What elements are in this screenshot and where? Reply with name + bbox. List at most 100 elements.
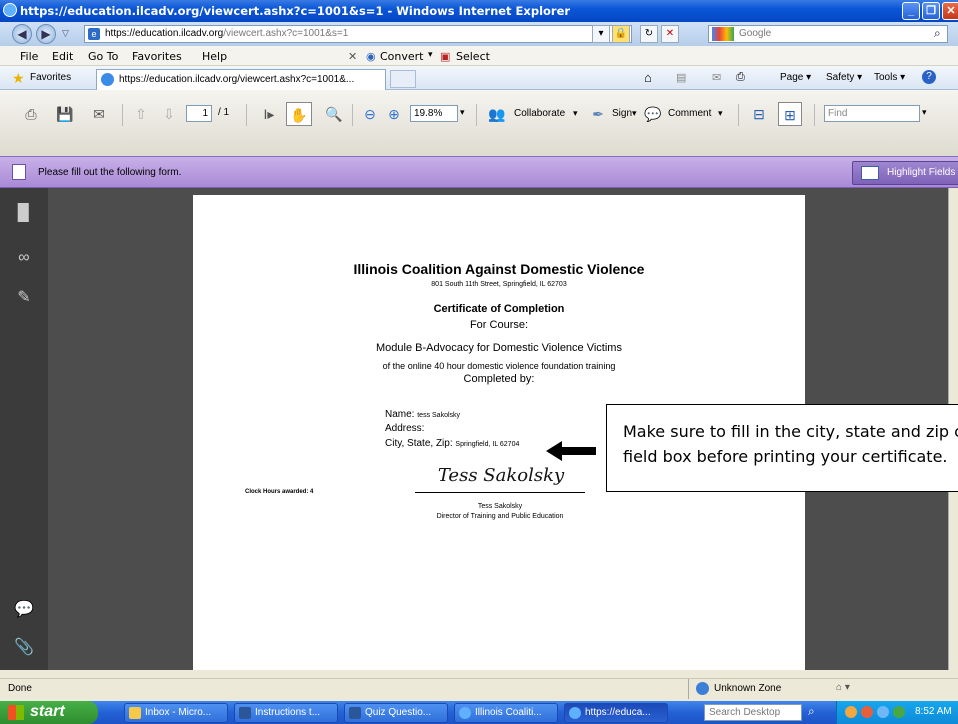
comment-dropdown-icon[interactable]: ▾: [718, 108, 723, 119]
print-icon[interactable]: ⎙: [736, 71, 745, 84]
find-input[interactable]: Find: [824, 105, 920, 122]
start-label: start: [30, 703, 65, 720]
tray-icon[interactable]: [877, 706, 889, 718]
toolbar-separator: [476, 104, 477, 126]
navigation-panel: ▉ ∞ ✎ 💬 📎: [0, 188, 48, 670]
comment-button[interactable]: Comment: [668, 108, 711, 119]
city-state-zip-field[interactable]: Springfield, IL 62704: [455, 441, 519, 448]
find-dropdown-icon[interactable]: ▾: [922, 107, 927, 118]
tray-icon[interactable]: [861, 706, 873, 718]
pages-icon[interactable]: ▉: [14, 204, 34, 224]
previous-page-icon[interactable]: ⇧: [130, 102, 152, 126]
home-icon[interactable]: ⌂: [644, 70, 652, 85]
hand-tool-icon[interactable]: ✋: [286, 102, 312, 126]
browser-tab[interactable]: https://education.ilcadv.org/viewcert.as…: [96, 69, 386, 90]
training-description: of the online 40 hour domestic violence …: [382, 361, 616, 371]
fit-page-icon[interactable]: ⊞: [778, 102, 802, 126]
stop-button[interactable]: ✕: [661, 25, 679, 43]
instruction-callout: Make sure to fill in the city, state and…: [606, 404, 958, 492]
back-button[interactable]: ◀: [12, 24, 32, 44]
taskbar-item[interactable]: Quiz Questio...: [344, 703, 448, 723]
status-bar: Done Unknown Zone ⌂ ▾: [0, 678, 958, 699]
name-field[interactable]: tess Sakolsky: [417, 412, 460, 419]
collaborate-dropdown-icon[interactable]: ▾: [573, 108, 578, 119]
taskbar-item[interactable]: Instructions t...: [234, 703, 338, 723]
forward-button[interactable]: ▶: [36, 24, 56, 44]
globe-icon: [696, 682, 709, 695]
taskbar-item[interactable]: Illinois Coaliti...: [454, 703, 558, 723]
tab-label: https://education.ilcadv.org/viewcert.as…: [119, 74, 355, 85]
safety-menu[interactable]: Safety ▾: [826, 72, 862, 83]
tray-icon[interactable]: [893, 706, 905, 718]
attachments-icon[interactable]: 📎: [14, 638, 34, 658]
ie-tab-icon: [101, 73, 114, 86]
menu-favorites[interactable]: Favorites: [132, 50, 182, 63]
ie-icon: [569, 707, 581, 719]
select-icon: ▣: [440, 50, 451, 63]
for-course-label: For Course:: [469, 319, 529, 331]
zoom-select[interactable]: 19.8%: [410, 105, 458, 122]
menu-goto[interactable]: Go To: [88, 50, 118, 63]
maximize-button[interactable]: ❐: [922, 2, 940, 20]
zoom-dropdown-icon[interactable]: ▾: [460, 107, 465, 118]
marquee-zoom-icon[interactable]: 🔍: [322, 102, 346, 126]
desktop-search-icon[interactable]: ⌕: [808, 704, 815, 719]
tray-icon[interactable]: [845, 706, 857, 718]
fit-width-icon[interactable]: ⊟: [748, 102, 770, 126]
zoom-out-icon[interactable]: ⊖: [360, 102, 380, 126]
search-icon[interactable]: ⌕: [934, 26, 941, 41]
window-title-bar[interactable]: https://education.ilcadv.org/viewcert.as…: [0, 0, 958, 22]
signatures-icon[interactable]: ✎: [14, 288, 34, 308]
convert-dropdown-icon[interactable]: ▾: [428, 50, 433, 60]
page-menu[interactable]: Page ▾: [780, 72, 811, 83]
tools-menu[interactable]: Tools ▾: [874, 72, 905, 83]
address-bar[interactable]: e https://education.ilcadv.org/viewcert.…: [84, 25, 632, 43]
select-text-icon[interactable]: I▸: [258, 102, 280, 126]
desktop-search-input[interactable]: Search Desktop: [704, 704, 802, 721]
feeds-icon[interactable]: ▤: [676, 71, 686, 84]
start-button[interactable]: start: [0, 701, 98, 724]
search-placeholder: Google: [739, 28, 772, 39]
address-toolbar: ◀ ▶ ▽ e https://education.ilcadv.org/vie…: [0, 22, 958, 46]
course-name: Module B-Advocacy for Domestic Violence …: [376, 342, 622, 354]
zoom-in-icon[interactable]: ⊕: [384, 102, 404, 126]
menu-edit[interactable]: Edit: [52, 50, 73, 63]
mail-icon[interactable]: ✉: [712, 71, 721, 84]
menu-help[interactable]: Help: [202, 50, 227, 63]
minimize-button[interactable]: _: [902, 2, 920, 20]
highlight-fields-button[interactable]: Highlight Fields: [852, 161, 958, 185]
help-icon[interactable]: ?: [922, 70, 936, 84]
security-zone[interactable]: Unknown Zone: [714, 683, 781, 694]
windows-logo-icon: [8, 705, 24, 720]
system-tray: 8:52 AM: [836, 701, 958, 724]
menu-file[interactable]: File: [20, 50, 38, 63]
print-pdf-icon[interactable]: ⎙: [20, 102, 42, 126]
sign-dropdown-icon[interactable]: ▾: [632, 108, 637, 119]
save-icon[interactable]: 💾: [54, 102, 76, 126]
name-row: Name: tess Sakolsky: [385, 409, 460, 420]
refresh-button[interactable]: ↻: [640, 25, 658, 43]
page-total: / 1: [218, 107, 230, 118]
comments-icon[interactable]: 💬: [14, 600, 34, 620]
sign-button[interactable]: Sign: [612, 108, 632, 119]
select-button[interactable]: Select: [456, 50, 490, 63]
next-page-icon[interactable]: ⇩: [158, 102, 180, 126]
url-prefix: https://: [105, 28, 136, 39]
protected-mode-icon[interactable]: ⌂ ▾: [836, 682, 850, 693]
find-binoculars-icon[interactable]: ∞: [14, 248, 34, 268]
close-toolbar-icon[interactable]: ✕: [348, 50, 357, 63]
page-number-input[interactable]: 1: [186, 105, 212, 122]
lock-icon[interactable]: 🔒: [612, 25, 630, 43]
collaborate-button[interactable]: Collaborate: [514, 108, 565, 119]
taskbar-item-active[interactable]: https://educa...: [564, 703, 668, 723]
convert-button[interactable]: Convert: [380, 50, 424, 63]
url-dropdown-button[interactable]: ▾: [592, 25, 610, 43]
email-icon[interactable]: ✉: [88, 102, 110, 126]
ie-icon: [459, 707, 471, 719]
close-button[interactable]: ✕: [942, 2, 958, 20]
new-tab-button[interactable]: [390, 70, 416, 88]
history-dropdown-icon[interactable]: ▽: [62, 28, 69, 39]
search-input[interactable]: Google: [708, 25, 948, 43]
taskbar-item[interactable]: Inbox - Micro...: [124, 703, 228, 723]
favorites-button[interactable]: Favorites: [30, 72, 71, 83]
